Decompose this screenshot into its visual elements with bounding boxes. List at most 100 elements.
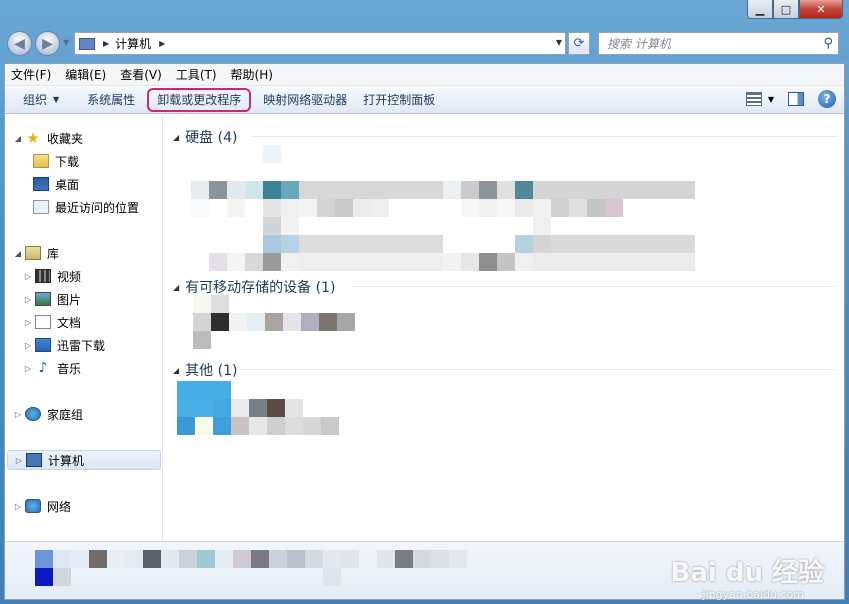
nav-music[interactable]: ▷ ♪ 音乐 [23, 358, 81, 378]
collapse-icon[interactable]: ▷ [14, 456, 24, 465]
nav-libraries[interactable]: ◢ 库 [13, 243, 59, 263]
preview-pane-icon[interactable] [788, 92, 804, 106]
collapse-icon[interactable]: ▷ [23, 318, 33, 327]
collapse-icon[interactable]: ▷ [23, 295, 33, 304]
uninstall-program-button[interactable]: 卸载或更改程序 [147, 87, 252, 112]
nav-label: 网络 [47, 499, 72, 514]
breadcrumb-separator[interactable]: ▶ [159, 39, 165, 48]
other-item-tile-pixelated[interactable] [177, 381, 339, 435]
watermark-url: jingyan.baidu.com [702, 588, 804, 601]
nav-label: 家庭组 [47, 407, 84, 422]
minimize-button[interactable]: ▁ [747, 0, 773, 19]
collapse-icon[interactable]: ▷ [23, 364, 33, 373]
nav-label: 收藏夹 [47, 131, 84, 146]
system-properties-button[interactable]: 系统属性 [79, 88, 143, 112]
baidu-jingyan-watermark: Bai du 经验 [670, 558, 825, 588]
group-divider [253, 136, 837, 137]
computer-icon [26, 453, 42, 467]
nav-downloads[interactable]: 下载 [33, 151, 79, 171]
group-header-removable[interactable]: ◢ 有可移动存储的设备 (1) [173, 277, 837, 297]
menu-file[interactable]: 文件(F) [11, 66, 51, 83]
expand-icon[interactable]: ◢ [13, 134, 23, 143]
maximize-button[interactable]: □ [773, 0, 799, 19]
library-icon [25, 246, 41, 260]
documents-icon [35, 315, 51, 329]
desktop-icon [33, 177, 49, 191]
nav-pictures[interactable]: ▷ 图片 [23, 289, 81, 309]
nav-label: 最近访问的位置 [55, 200, 140, 215]
drive-tile-d-pixelated[interactable] [443, 181, 695, 271]
nav-label: 桌面 [55, 177, 80, 192]
details-pane-pixelated [35, 550, 485, 586]
map-network-drive-button[interactable]: 映射网络驱动器 [255, 88, 355, 112]
nav-favorites[interactable]: ◢ ★ 收藏夹 [13, 128, 83, 148]
organize-button[interactable]: 组织 ▼ [15, 88, 67, 112]
computer-icon [79, 37, 95, 50]
help-icon[interactable]: ? [818, 90, 836, 108]
drive-tile-c-pixelated[interactable] [191, 145, 443, 271]
nav-label: 库 [47, 246, 60, 261]
nav-desktop[interactable]: 桌面 [33, 174, 79, 194]
change-view-icon[interactable] [745, 92, 762, 106]
menu-help[interactable]: 帮助(H) [231, 66, 273, 83]
collapse-icon[interactable]: ▷ [23, 272, 33, 281]
command-bar: 组织 ▼ 系统属性 卸载或更改程序 映射网络驱动器 打开控制面板 ▼ ? [5, 86, 844, 114]
nav-homegroup[interactable]: ▷ 家庭组 [13, 404, 83, 424]
collapse-group-icon[interactable]: ◢ [173, 366, 179, 375]
nav-network[interactable]: ▷ 网络 [13, 496, 71, 516]
back-button[interactable]: ◀ [7, 31, 32, 56]
address-bar[interactable]: ▶ 计算机 ▶ ▼ [74, 32, 566, 55]
explorer-window: ▁ □ ✕ ◀ ▶ ▼ ▶ 计算机 ▶ ▼ ⟳ 搜索 计算机 ⚲ 文件(F) 编… [0, 0, 849, 604]
address-dropdown-icon[interactable]: ▼ [556, 38, 562, 47]
nav-label: 图片 [57, 292, 82, 307]
nav-label: 音乐 [57, 361, 82, 376]
nav-documents[interactable]: ▷ 文档 [23, 312, 81, 332]
menu-bar: 文件(F) 编辑(E) 查看(V) 工具(T) 帮助(H) [5, 64, 844, 86]
nav-recent-places[interactable]: 最近访问的位置 [33, 197, 139, 217]
open-control-panel-button[interactable]: 打开控制面板 [355, 88, 443, 112]
refresh-button[interactable]: ⟳ [568, 32, 590, 55]
refresh-icon: ⟳ [573, 36, 585, 51]
search-icon[interactable]: ⚲ [823, 36, 833, 51]
menu-view[interactable]: 查看(V) [120, 66, 162, 83]
collapse-icon[interactable]: ▷ [13, 410, 23, 419]
menu-edit[interactable]: 编辑(E) [65, 66, 106, 83]
pictures-icon [35, 292, 51, 306]
breadcrumb-separator[interactable]: ▶ [103, 39, 109, 48]
recent-places-icon [33, 200, 49, 214]
nav-xunlei-downloads[interactable]: ▷ 迅雷下载 [23, 335, 105, 355]
forward-arrow-icon: ▶ [42, 35, 53, 52]
organize-label: 组织 [23, 93, 48, 107]
homegroup-icon [25, 407, 41, 421]
collapse-icon[interactable]: ▷ [23, 341, 33, 350]
group-divider [239, 369, 837, 370]
toolbar-right: ▼ ? [745, 90, 836, 108]
expand-icon[interactable]: ◢ [13, 249, 23, 258]
content-pane: ◢ 硬盘 (4) ◢ 有可移动存储的设备 (1) ◢ 其他 (1) [165, 115, 845, 541]
chevron-down-icon: ▼ [53, 95, 60, 104]
music-note-icon: ♪ [38, 360, 48, 376]
collapse-group-icon[interactable]: ◢ [173, 283, 179, 292]
nav-video[interactable]: ▷ 视频 [23, 266, 81, 286]
search-placeholder: 搜索 计算机 [607, 37, 671, 51]
menu-tools[interactable]: 工具(T) [176, 66, 217, 83]
details-pane: Bai du 经验 jingyan.baidu.com [5, 541, 844, 601]
chevron-down-icon[interactable]: ▼ [768, 95, 774, 104]
back-arrow-icon: ◀ [14, 35, 25, 52]
collapse-group-icon[interactable]: ◢ [173, 133, 179, 142]
nav-label: 视频 [57, 269, 82, 284]
nav-label: 下载 [55, 154, 80, 169]
window-body: 文件(F) 编辑(E) 查看(V) 工具(T) 帮助(H) 组织 ▼ 系统属性 … [4, 63, 845, 601]
search-box[interactable]: 搜索 计算机 ⚲ [598, 32, 839, 55]
collapse-icon[interactable]: ▷ [13, 502, 23, 511]
group-title: 硬盘 (4) [185, 130, 238, 146]
removable-device-tile-pixelated[interactable] [193, 295, 355, 349]
forward-button[interactable]: ▶ [35, 31, 60, 56]
breadcrumb-computer[interactable]: 计算机 [115, 35, 151, 52]
group-header-other[interactable]: ◢ 其他 (1) [173, 360, 837, 380]
nav-computer[interactable]: ▷ 计算机 [7, 450, 161, 470]
close-button[interactable]: ✕ [799, 0, 843, 19]
group-header-hdd[interactable]: ◢ 硬盘 (4) [173, 127, 837, 147]
group-title: 有可移动存储的设备 (1) [185, 280, 336, 296]
recent-pages-dropdown[interactable]: ▼ [63, 38, 71, 50]
